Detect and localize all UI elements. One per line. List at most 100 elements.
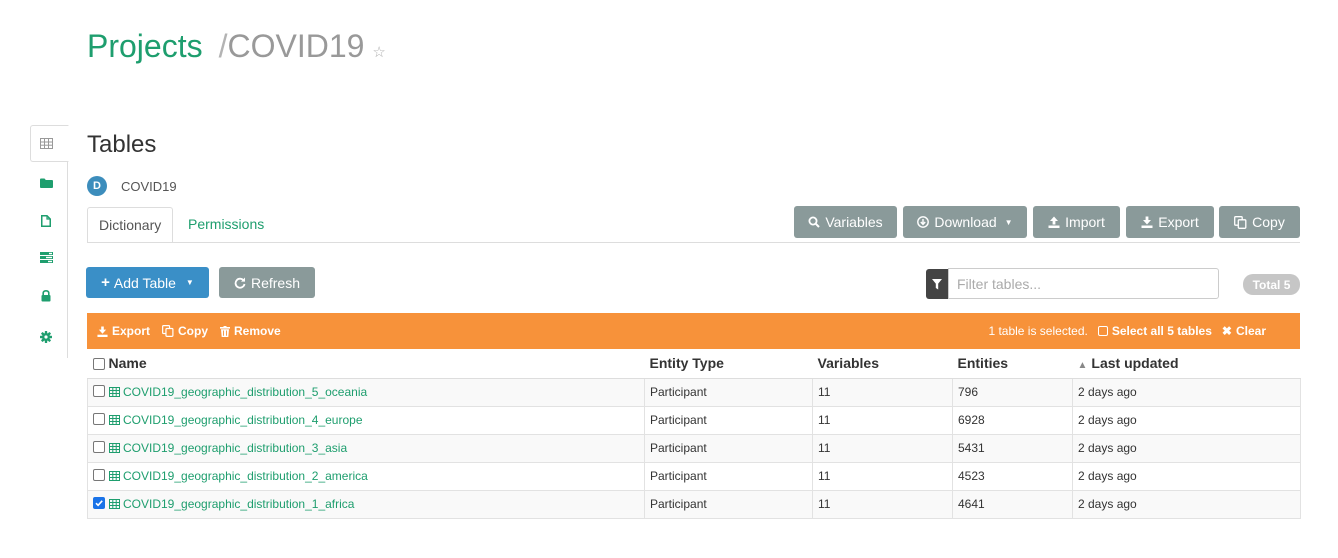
table-row[interactable]: COVID19_geographic_distribution_2_americ… [87, 461, 1301, 491]
table-icon [109, 499, 120, 510]
breadcrumb: Projects / COVID19 ☆ [87, 28, 386, 72]
tab-dictionary[interactable]: Dictionary [87, 207, 174, 243]
datasource-name: COVID19 [121, 178, 177, 194]
column-header-name[interactable]: Name [87, 349, 645, 379]
download-icon [97, 325, 108, 337]
clear-selection-button[interactable]: ✖ Clear [1222, 324, 1266, 338]
bulk-export-button[interactable]: Export [97, 324, 150, 338]
breadcrumb-project-name: COVID19 [227, 28, 365, 64]
row-name-cell: COVID19_geographic_distribution_5_oceani… [87, 377, 645, 407]
row-checkbox[interactable] [93, 385, 105, 398]
bulk-copy-label: Copy [178, 324, 209, 338]
caret-down-icon: ▼ [1004, 217, 1013, 227]
entities-cell: 4523 [952, 461, 1073, 491]
folder-icon[interactable] [38, 175, 54, 191]
copy-button[interactable]: Copy [1219, 206, 1300, 238]
row-name-cell: COVID19_geographic_distribution_3_asia [87, 433, 645, 463]
upload-icon [1048, 216, 1060, 228]
table-name-text: COVID19_geographic_distribution_2_americ… [123, 469, 368, 484]
table-name-text: COVID19_geographic_distribution_5_oceani… [123, 385, 368, 400]
download-icon [1141, 216, 1153, 228]
variables-cell: 11 [812, 489, 953, 519]
table-name-link[interactable]: COVID19_geographic_distribution_3_asia [109, 441, 347, 455]
table-row[interactable]: COVID19_geographic_distribution_5_oceani… [87, 377, 1301, 407]
add-table-label: Add Table [113, 274, 176, 291]
copy-icon [162, 325, 174, 337]
row-checkbox-checked[interactable] [93, 497, 105, 510]
table-name-link[interactable]: COVID19_geographic_distribution_5_oceani… [109, 385, 367, 399]
clear-label: Clear [1235, 324, 1266, 338]
table-row[interactable]: COVID19_geographic_distribution_4_europe… [87, 405, 1301, 435]
trash-icon [220, 325, 231, 337]
table-icon[interactable] [38, 135, 54, 151]
last-updated-cell: 2 days ago [1072, 489, 1301, 519]
table-name-link[interactable]: COVID19_geographic_distribution_4_europe [109, 413, 363, 427]
selection-count-text: 1 table is selected. [988, 324, 1088, 338]
table-name-text: COVID19_geographic_distribution_3_asia [123, 441, 348, 456]
table-header-row: Name Entity Type Variables Entities ▲ Las… [87, 349, 1301, 379]
tab-permissions[interactable]: Permissions [177, 207, 275, 243]
entities-cell: 796 [952, 377, 1073, 407]
bulk-export-label: Export [112, 324, 151, 338]
lock-icon[interactable] [38, 288, 54, 304]
select-all-button[interactable]: Select all 5 tables [1097, 324, 1212, 338]
list-icon[interactable] [38, 249, 54, 265]
entity-type-cell: Participant [644, 433, 813, 463]
table-icon [109, 471, 120, 482]
file-icon[interactable] [38, 213, 54, 229]
close-icon: ✖ [1221, 324, 1232, 338]
export-button[interactable]: Export [1126, 206, 1214, 238]
table-icon [109, 415, 120, 426]
column-header-last-updated[interactable]: ▲ Last updated [1072, 349, 1301, 379]
refresh-icon [234, 277, 246, 289]
entities-cell: 6928 [952, 405, 1073, 435]
table-name-link[interactable]: COVID19_geographic_distribution_1_africa [109, 497, 354, 511]
row-name-cell: COVID19_geographic_distribution_1_africa [87, 489, 645, 519]
table-row[interactable]: COVID19_geographic_distribution_3_asia P… [87, 433, 1301, 463]
entities-cell: 5431 [952, 433, 1073, 463]
copy-icon [1234, 215, 1247, 229]
last-updated-cell: 2 days ago [1072, 433, 1301, 463]
project-side-nav [28, 125, 69, 358]
variables-label: Variables [825, 214, 883, 230]
filter-tables-input[interactable] [948, 268, 1219, 299]
square-outline-icon [1097, 326, 1108, 336]
select-all-checkbox[interactable] [92, 357, 105, 370]
table-name-link[interactable]: COVID19_geographic_distribution_2_americ… [109, 469, 368, 483]
copy-label: Copy [1252, 214, 1285, 230]
variables-cell: 11 [812, 433, 953, 463]
table-name-text: COVID19_geographic_distribution_1_africa [123, 497, 355, 512]
bulk-copy-button[interactable]: Copy [162, 324, 208, 338]
table-icon [109, 443, 120, 454]
row-checkbox[interactable] [93, 413, 105, 426]
entity-type-cell: Participant [644, 489, 813, 519]
import-button[interactable]: Import [1033, 206, 1120, 238]
bulk-remove-button[interactable]: Remove [220, 324, 281, 338]
breadcrumb-projects-link[interactable]: Projects [87, 28, 203, 65]
bulk-remove-label: Remove [234, 324, 281, 338]
add-table-button[interactable]: + Add Table ▼ [86, 267, 209, 298]
column-header-entity-type[interactable]: Entity Type [644, 349, 813, 379]
entity-type-cell: Participant [644, 461, 813, 491]
datasource-badge: D [87, 176, 107, 196]
refresh-button[interactable]: Refresh [219, 267, 315, 298]
column-last-updated-label: Last updated [1091, 355, 1179, 372]
row-checkbox[interactable] [93, 441, 105, 454]
filter-icon [926, 269, 948, 299]
download-button[interactable]: Download ▼ [903, 206, 1027, 238]
search-icon [808, 216, 821, 228]
gear-icon[interactable] [38, 329, 54, 345]
sort-ascending-icon: ▲ [1077, 360, 1088, 372]
last-updated-cell: 2 days ago [1072, 461, 1301, 491]
refresh-label: Refresh [250, 274, 301, 291]
last-updated-cell: 2 days ago [1072, 377, 1301, 407]
tabs-underline [87, 242, 1300, 243]
table-row[interactable]: COVID19_geographic_distribution_1_africa… [87, 489, 1301, 519]
download-label: Download [934, 214, 997, 230]
total-badge: Total 5 [1243, 274, 1300, 295]
row-checkbox[interactable] [93, 469, 105, 482]
column-header-variables[interactable]: Variables [812, 349, 953, 379]
variables-button[interactable]: Variables [794, 206, 897, 238]
column-header-entities[interactable]: Entities [952, 349, 1073, 379]
star-outline-icon[interactable]: ☆ [372, 43, 385, 61]
